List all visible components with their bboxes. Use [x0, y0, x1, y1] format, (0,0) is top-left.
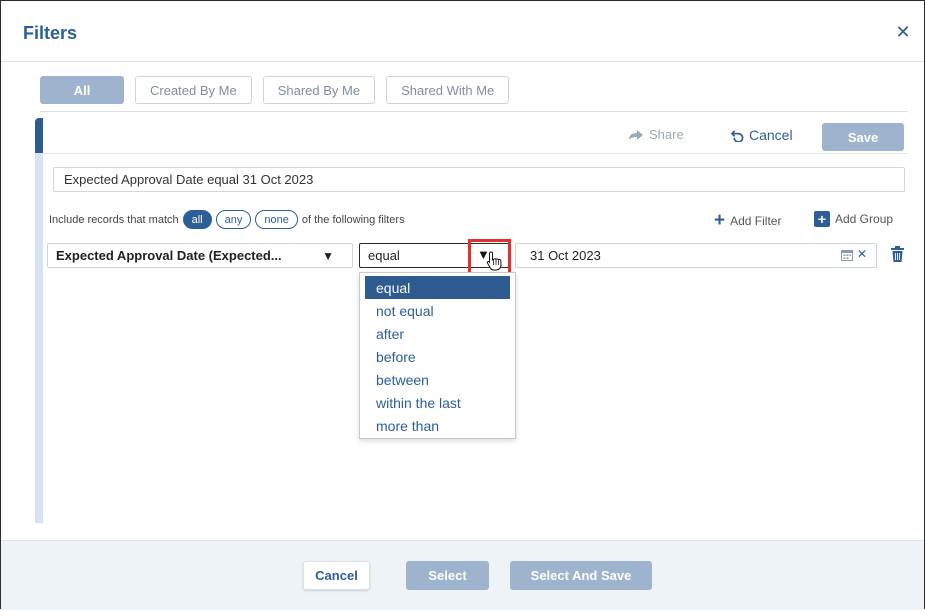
add-group-label: Add Group	[835, 212, 894, 226]
option-within-the-last[interactable]: within the last	[360, 391, 515, 414]
option-not-equal[interactable]: not equal	[360, 299, 515, 322]
cancel-edit-label: Cancel	[749, 127, 793, 143]
operator-select-value: equal	[368, 248, 400, 263]
option-more-than[interactable]: more than	[360, 414, 515, 437]
cancel-button[interactable]: Cancel	[303, 561, 370, 590]
title-divider	[1, 61, 924, 62]
tabs-divider	[40, 111, 908, 112]
match-prefix: Include records that match	[49, 213, 179, 226]
select-and-save-button[interactable]: Select And Save	[510, 561, 652, 590]
trash-icon[interactable]	[891, 246, 904, 262]
toolbar-divider	[43, 153, 908, 154]
date-value-field[interactable]: 31 Oct 2023	[515, 243, 877, 268]
save-button[interactable]: Save	[822, 123, 904, 151]
filters-dialog: Filters ✕ All Created By Me Shared By Me…	[0, 0, 925, 610]
add-filter-button[interactable]: + Add Filter	[714, 211, 781, 230]
filter-summary: Expected Approval Date equal 31 Oct 2023	[53, 167, 905, 192]
select-button[interactable]: Select	[406, 561, 489, 590]
tab-shared-with-me[interactable]: Shared With Me	[386, 76, 510, 104]
group-indicator	[35, 118, 43, 154]
date-value: 31 Oct 2023	[530, 248, 601, 263]
field-select-value: Expected Approval Date (Expected...	[56, 248, 282, 263]
add-filter-label: Add Filter	[730, 213, 782, 228]
field-select[interactable]: Expected Approval Date (Expected... ▼	[47, 243, 353, 268]
match-any-toggle[interactable]: any	[215, 210, 252, 229]
clear-value-icon[interactable]: ✕	[857, 247, 867, 261]
match-all-toggle[interactable]: all	[182, 210, 212, 229]
chevron-down-icon: ▼	[322, 249, 334, 263]
tab-created-by-me[interactable]: Created By Me	[135, 76, 252, 104]
cancel-edit-button[interactable]: Cancel	[731, 127, 793, 143]
match-mode-row: Include records that match all any none …	[49, 210, 405, 229]
match-suffix: of the following filters	[301, 213, 405, 226]
share-button[interactable]: Share	[628, 127, 684, 142]
share-icon	[629, 129, 643, 140]
option-before[interactable]: before	[360, 345, 515, 368]
match-none-toggle[interactable]: none	[255, 210, 298, 229]
hand-cursor-icon	[486, 251, 502, 271]
tab-all[interactable]: All	[40, 76, 124, 104]
plus-icon: +	[714, 210, 726, 231]
tab-shared-by-me[interactable]: Shared By Me	[262, 76, 376, 104]
group-indicator-track	[35, 153, 43, 523]
close-icon[interactable]: ✕	[894, 22, 912, 42]
plus-square-icon: +	[814, 211, 830, 227]
dialog-title: Filters	[23, 23, 78, 43]
share-label: Share	[649, 127, 684, 142]
undo-icon	[731, 129, 744, 142]
calendar-icon[interactable]	[841, 249, 853, 261]
option-between[interactable]: between	[360, 368, 515, 391]
option-equal[interactable]: equal	[365, 276, 510, 299]
add-group-button[interactable]: + Add Group	[814, 211, 893, 227]
option-after[interactable]: after	[360, 322, 515, 345]
operator-dropdown-menu: equal not equal after before between wit…	[359, 272, 516, 439]
filter-tabs: All Created By Me Shared By Me Shared Wi…	[40, 76, 510, 104]
